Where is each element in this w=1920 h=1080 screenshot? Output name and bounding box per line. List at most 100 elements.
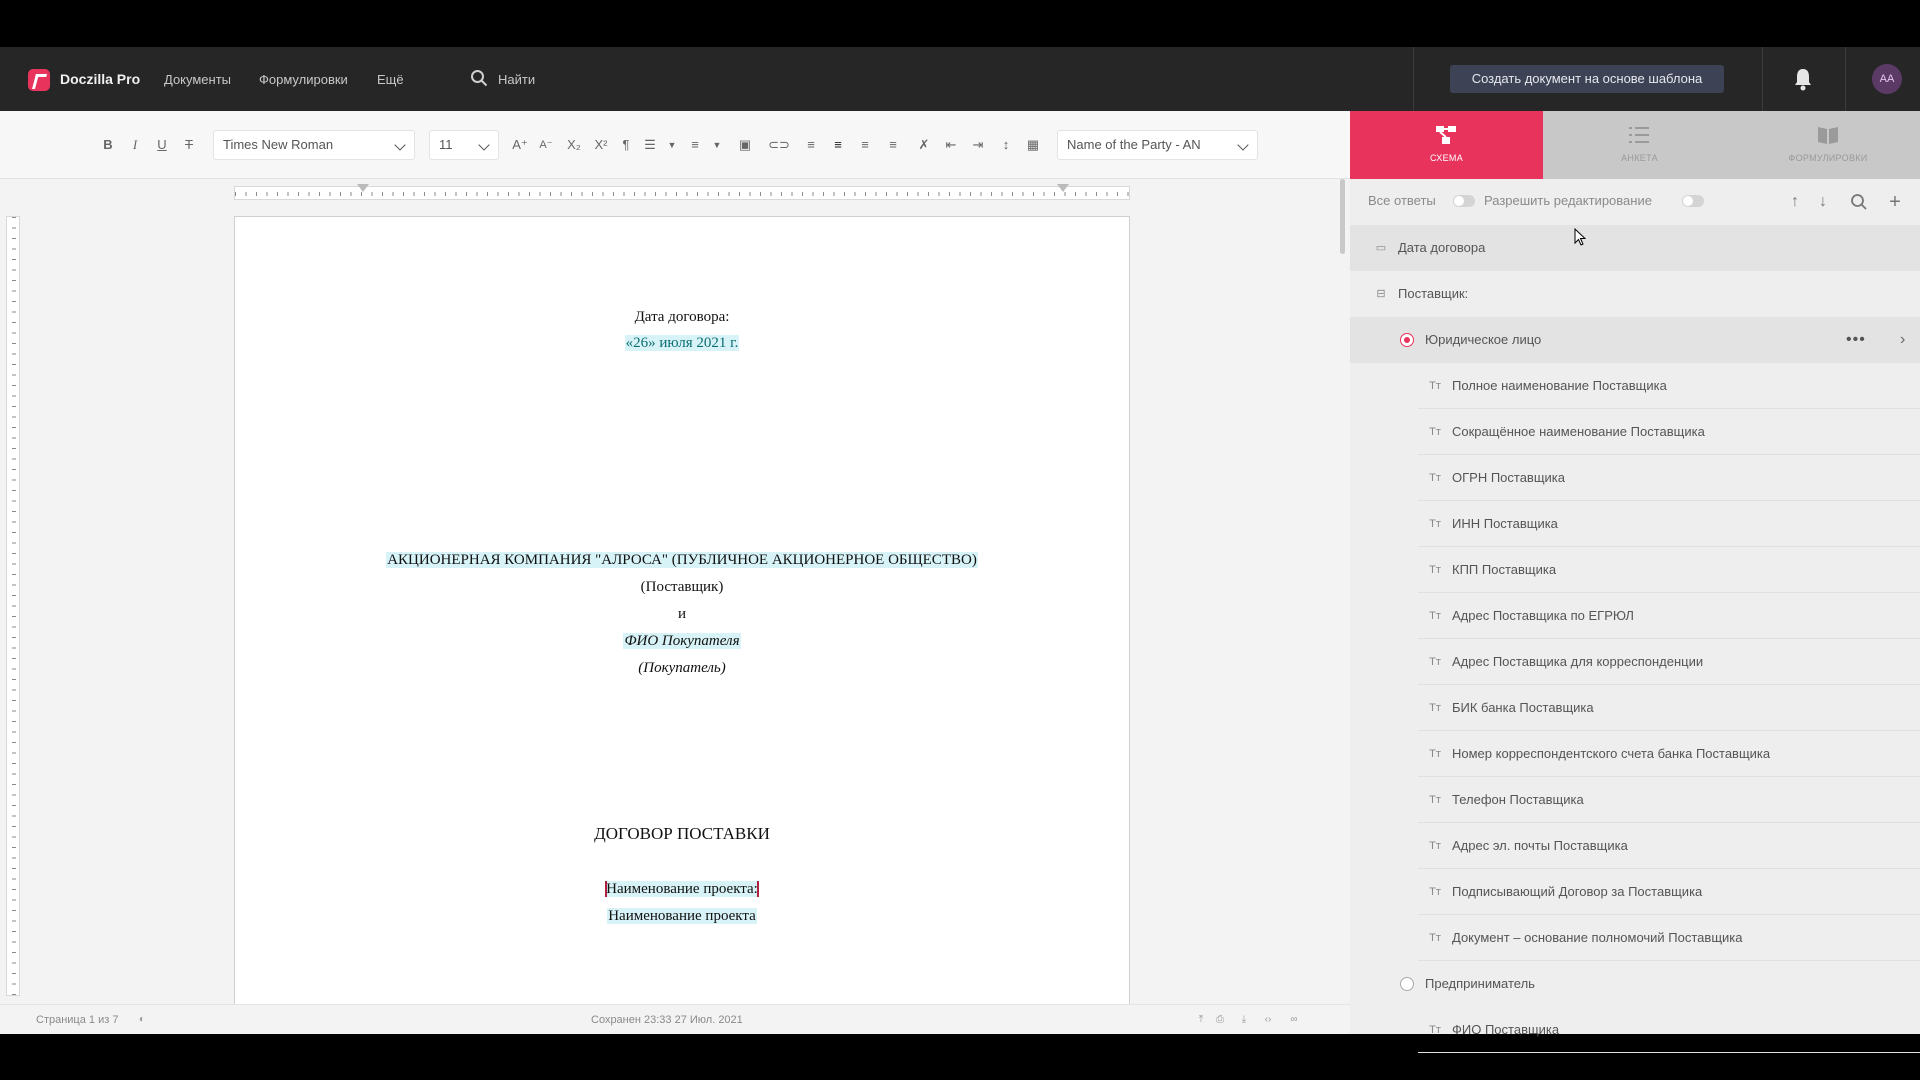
italic-icon[interactable]: I xyxy=(127,137,143,153)
schema-row[interactable]: Tт Телефон Поставщика xyxy=(1350,777,1920,823)
radio-button[interactable] xyxy=(1400,977,1414,991)
horizontal-ruler[interactable] xyxy=(234,184,1130,200)
align-justify-icon[interactable]: ≡ xyxy=(885,137,901,153)
schema-row[interactable]: ⊟ Поставщик: xyxy=(1350,271,1920,317)
schema-row[interactable]: Юридическое лицо ••• › xyxy=(1350,317,1920,363)
schema-row[interactable]: Предприниматель xyxy=(1350,961,1920,1007)
superscript-icon[interactable]: X² xyxy=(593,137,609,153)
bell-icon[interactable] xyxy=(1792,67,1814,91)
topbar-divider xyxy=(1413,47,1414,111)
font-size-select[interactable]: 11 xyxy=(429,130,499,160)
schema-row[interactable]: Tт БИК банка Поставщика xyxy=(1350,685,1920,731)
schema-row[interactable]: Tт ИНН Поставщика xyxy=(1350,501,1920,547)
schema-row[interactable]: Tт КПП Поставщика xyxy=(1350,547,1920,593)
code-icon[interactable]: ‹› xyxy=(1262,1014,1274,1026)
indent-marker[interactable] xyxy=(1057,184,1069,192)
mouse-cursor-icon xyxy=(1574,228,1586,246)
subscript-icon[interactable]: X₂ xyxy=(566,137,582,153)
project-value-line: Наименование проекта xyxy=(235,908,1129,925)
line-spacing-icon[interactable]: ↕ xyxy=(998,137,1014,153)
schema-row[interactable]: Tт Подписывающий Договор за Поставщика xyxy=(1350,869,1920,915)
schema-row[interactable]: Tт Адрес эл. почты Поставщика xyxy=(1350,823,1920,869)
schema-row-label: Сокращённое наименование Поставщика xyxy=(1452,424,1705,439)
strikethrough-icon[interactable]: T xyxy=(181,137,197,153)
bold-icon[interactable]: B xyxy=(100,137,116,153)
paragraph-icon[interactable]: ¶ xyxy=(618,137,634,153)
schema-row[interactable]: Tт Номер корреспондентского счета банка П… xyxy=(1350,731,1920,777)
date-value-field[interactable]: «26» июля 2021 г. xyxy=(624,335,740,351)
top-navbar: Doczilla Pro Документы Формулировки Ещё … xyxy=(0,47,1920,111)
underline-icon[interactable]: U xyxy=(154,137,170,153)
vertical-ruler[interactable] xyxy=(6,216,20,996)
tab-questionnaire[interactable]: АНКЕТА xyxy=(1543,111,1736,179)
schema-row[interactable]: Tт Полное наименование Поставщика xyxy=(1350,363,1920,409)
schema-row[interactable]: Tт Адрес Поставщика по ЕГРЮЛ xyxy=(1350,593,1920,639)
avatar[interactable]: AA xyxy=(1872,64,1902,94)
font-family-select[interactable]: Times New Roman xyxy=(213,130,415,160)
schema-row[interactable]: ▭ Дата договора xyxy=(1350,225,1920,271)
share-link-icon[interactable]: ∞ xyxy=(1288,1014,1300,1026)
decrease-font-icon[interactable]: A⁻ xyxy=(538,137,554,153)
nav-formulations[interactable]: Формулировки xyxy=(259,72,348,87)
editor-scrollbar[interactable] xyxy=(1340,179,1345,254)
schema-row-label: Юридическое лицо xyxy=(1425,332,1542,347)
style-preset-select[interactable]: Name of the Party - AN xyxy=(1057,130,1258,160)
align-center-icon[interactable]: ≡ xyxy=(830,137,846,153)
doczilla-logo-icon[interactable] xyxy=(28,69,50,91)
increase-font-icon[interactable]: A⁺ xyxy=(512,137,528,153)
more-options-icon[interactable]: ••• xyxy=(1846,317,1866,363)
chevron-down-icon[interactable]: ▼ xyxy=(709,137,725,153)
brand-name[interactable]: Doczilla Pro xyxy=(60,71,140,87)
schema-row[interactable]: Tт ОГРН Поставщика xyxy=(1350,455,1920,501)
party-name-field[interactable]: АКЦИОНЕРНАЯ КОМПАНИЯ "АЛРОСА" (ПУБЛИЧНОЕ… xyxy=(386,552,978,568)
link-icon[interactable]: ⊂⊃ xyxy=(768,137,790,153)
outdent-icon[interactable]: ⇤ xyxy=(943,137,959,153)
table-icon[interactable]: ▦ xyxy=(1025,137,1041,153)
schema-row-label: Подписывающий Договор за Поставщика xyxy=(1452,884,1703,899)
schema-panel: СХЕМА АНКЕТА ФОРМУЛИРОВКИ Все ответы Раз… xyxy=(1350,111,1920,1053)
tab-formulations[interactable]: ФОРМУЛИРОВКИ xyxy=(1736,111,1920,179)
buyer-name-field[interactable]: ФИО Покупателя xyxy=(623,633,741,649)
document-page[interactable]: Дата договора: «26» июля 2021 г. АКЦИОНЕ… xyxy=(234,216,1130,1008)
schema-row[interactable]: Tт Сокращённое наименование Поставщика xyxy=(1350,409,1920,455)
nav-documents[interactable]: Документы xyxy=(164,72,231,87)
add-icon[interactable]: + xyxy=(1886,192,1904,212)
text-field-icon: Tт xyxy=(1429,564,1441,576)
insert-image-icon[interactable]: ▣ xyxy=(737,137,753,153)
chevron-down-icon[interactable]: ▼ xyxy=(664,137,680,153)
project-value-field[interactable]: Наименование проекта xyxy=(607,908,757,924)
search-icon[interactable] xyxy=(1850,193,1868,211)
search-icon[interactable] xyxy=(470,69,488,87)
bullet-list-icon[interactable]: ☰ xyxy=(642,137,658,153)
numbered-list-icon[interactable]: ≡ xyxy=(687,137,703,153)
arrow-up-icon[interactable]: ↑ xyxy=(1786,193,1804,211)
allow-edit-toggle[interactable] xyxy=(1682,195,1704,207)
schema-row[interactable]: Tт ФИО Поставщика xyxy=(1350,1007,1920,1053)
project-label-field[interactable]: Наименование проекта: xyxy=(605,881,759,897)
upload-icon[interactable]: ⤒ xyxy=(1195,1014,1207,1026)
tab-schema[interactable]: СХЕМА xyxy=(1350,111,1543,179)
arrow-down-icon[interactable]: ↓ xyxy=(1814,193,1832,211)
schema-row[interactable]: Tт Адрес Поставщика для корреспонденции xyxy=(1350,639,1920,685)
indent-marker[interactable] xyxy=(357,184,369,192)
radio-button[interactable] xyxy=(1400,333,1414,347)
text-field-icon: Tт xyxy=(1429,426,1441,438)
chevron-right-icon[interactable]: › xyxy=(1900,317,1905,363)
clear-format-icon[interactable]: ✗ xyxy=(916,137,932,153)
text-field-icon: Tт xyxy=(1429,932,1441,944)
schema-row[interactable]: Tт Документ – основание полномочий Постав… xyxy=(1350,915,1920,961)
style-preset-value: Name of the Party - AN xyxy=(1067,137,1201,152)
download-icon[interactable]: ⤓ xyxy=(1238,1014,1250,1026)
align-right-icon[interactable]: ≡ xyxy=(857,137,873,153)
schema-row-label: Адрес Поставщика для корреспонденции xyxy=(1452,654,1704,669)
create-from-template-button[interactable]: Создать документ на основе шаблона xyxy=(1450,65,1724,93)
sync-status-icon: ◐ xyxy=(138,1014,146,1025)
indent-icon[interactable]: ⇥ xyxy=(970,137,986,153)
text-field-icon: Tт xyxy=(1429,748,1441,760)
nav-more[interactable]: Ещё xyxy=(377,72,404,87)
print-icon[interactable]: ⎙ xyxy=(1214,1014,1226,1026)
all-answers-toggle[interactable] xyxy=(1453,195,1475,207)
row-divider xyxy=(1418,1052,1920,1053)
search-label[interactable]: Найти xyxy=(498,72,535,87)
align-left-icon[interactable]: ≡ xyxy=(803,137,819,153)
